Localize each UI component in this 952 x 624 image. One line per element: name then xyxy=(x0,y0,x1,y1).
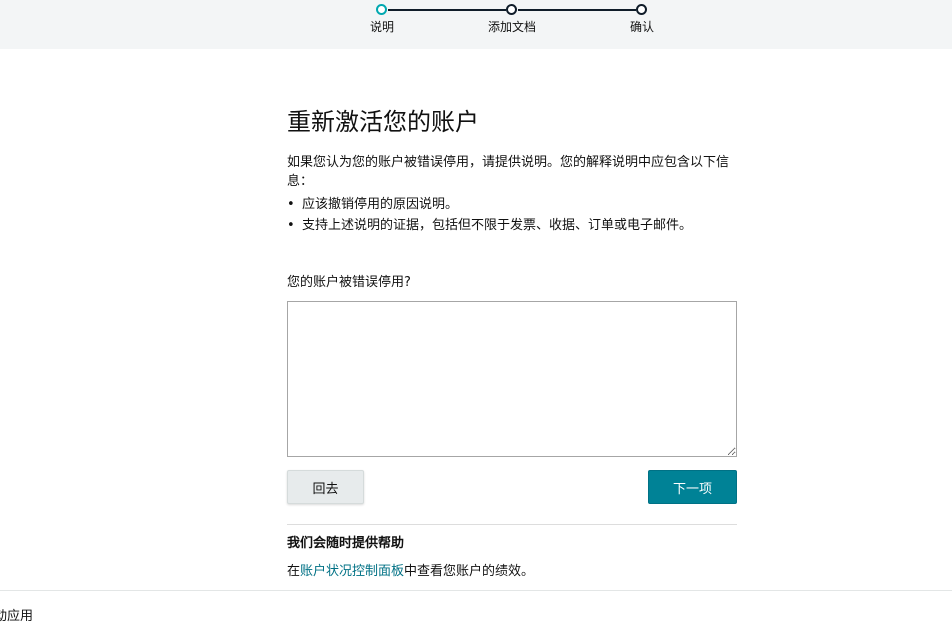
account-health-dashboard-link[interactable]: 账户状况控制面板 xyxy=(300,564,404,579)
help-text-suffix: 中查看您账户的绩效。 xyxy=(404,564,535,579)
page-title: 重新激活您的账户 xyxy=(287,108,479,136)
next-button[interactable]: 下一项 xyxy=(648,470,737,504)
footer-app-link[interactable]: 动应用 xyxy=(0,608,33,624)
progress-stepper: 说明 添加文档 确认 xyxy=(0,0,952,49)
section-divider xyxy=(287,524,737,525)
stepper-line-2 xyxy=(518,9,636,11)
requirements-list: 应该撤销停用的原因说明。 支持上述说明的证据，包括但不限于发票、收据、订单或电子… xyxy=(287,194,737,236)
explanation-label: 您的账户被错误停用? xyxy=(287,275,411,290)
help-text: 在账户状况控制面板中查看您账户的绩效。 xyxy=(287,562,737,581)
step-3-dot xyxy=(636,4,647,15)
help-title: 我们会随时提供帮助 xyxy=(287,536,405,551)
reactivate-account-form: 重新激活您的账户 如果您认为您的账户被错误停用，请提供说明。您的解释说明中应包含… xyxy=(287,105,737,581)
step-1-dot xyxy=(376,4,387,15)
footer-divider xyxy=(0,590,952,591)
step-3-label: 确认 xyxy=(629,20,655,34)
step-1-label: 说明 xyxy=(369,20,395,34)
step-2-dot xyxy=(506,4,517,15)
help-text-prefix: 在 xyxy=(287,564,301,579)
form-actions: 回去 下一项 xyxy=(287,470,737,504)
stepper-line-1 xyxy=(388,9,506,11)
step-2-label: 添加文档 xyxy=(487,20,537,34)
requirement-item-reason: 应该撤销停用的原因说明。 xyxy=(287,194,737,215)
back-button[interactable]: 回去 xyxy=(287,470,364,504)
requirement-item-evidence: 支持上述说明的证据，包括但不限于发票、收据、订单或电子邮件。 xyxy=(287,215,737,236)
explanation-textarea[interactable] xyxy=(287,301,737,457)
intro-text: 如果您认为您的账户被错误停用，请提供说明。您的解释说明中应包含以下信息： xyxy=(287,155,730,189)
